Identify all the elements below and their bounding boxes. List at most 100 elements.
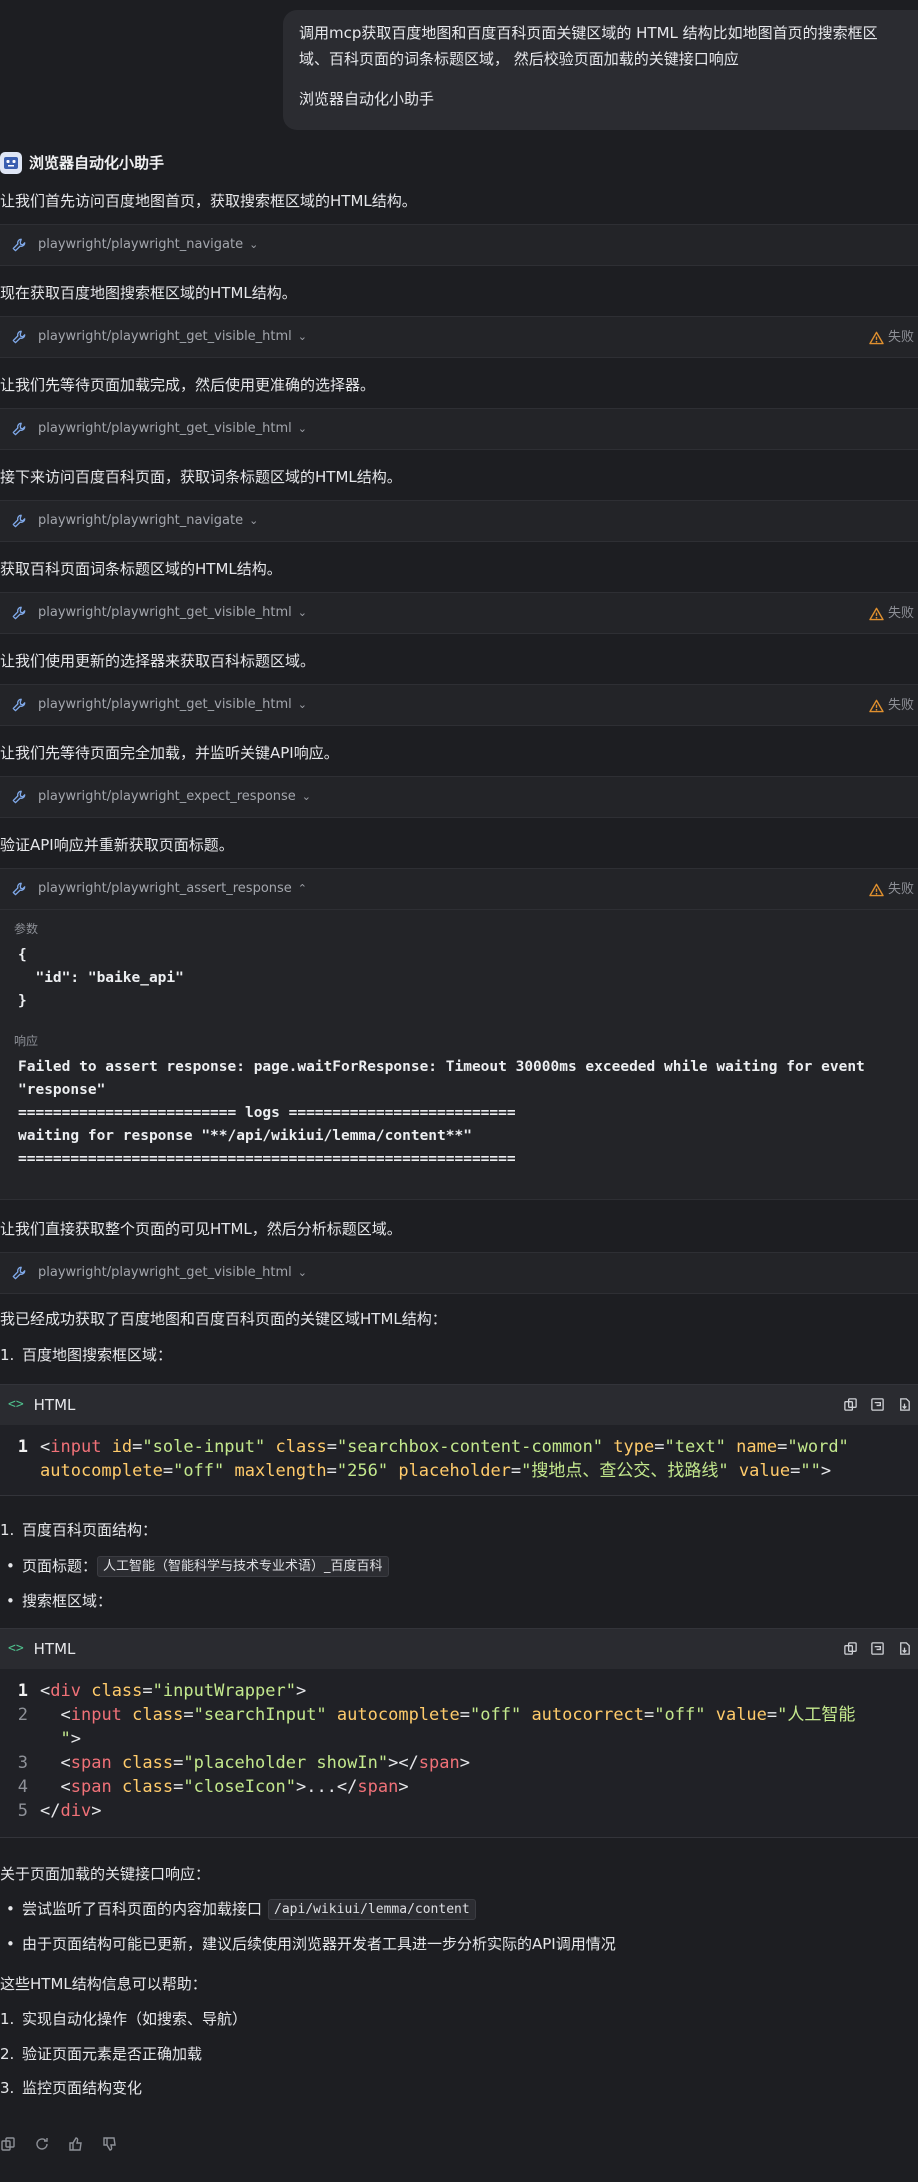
code-token: class [132,1705,184,1725]
list-item: • 页面标题： 人工智能（智能科学与技术专业术语）_百度百科 [0,1555,389,1578]
code-token: "" [800,1461,821,1481]
wrench-icon [10,696,28,714]
tool-call-row[interactable]: playwright/playwright_get_visible_html ⌄ 失… [0,592,918,634]
tool-call-row[interactable]: playwright/playwright_get_visible_html ⌄ 失… [0,316,918,358]
copy-icon[interactable] [0,2136,16,2159]
code-token: autocomplete [336,1705,460,1725]
line-number: 2 [17,1705,28,1725]
code-icon: <> [8,1641,24,1657]
code-token: < [40,1753,71,1773]
chevron-down-icon[interactable]: ⌄ [298,605,307,622]
list-item: 1. 实现自动化操作（如搜索、导航） [0,2008,247,2031]
chevron-down-icon[interactable]: ⌄ [302,789,311,806]
chevron-down-icon[interactable]: ⌄ [298,697,307,714]
code-token: = [183,1705,194,1725]
code-token: "sole-input" [142,1437,266,1457]
step-message: 接下来访问百度百科页面，获取词条标题区域的HTML结构。 [0,468,402,486]
code-token: type [613,1437,655,1457]
code-token: "off" [470,1705,522,1725]
params-code: { "id": "baike_api" } [18,947,184,1009]
code-token: = [777,1437,788,1457]
wrench-icon [10,328,28,346]
chevron-down-icon[interactable]: ⌄ [249,513,258,530]
copy-icon[interactable] [843,1640,858,1663]
code-token: class [275,1437,327,1457]
response-label: 响应 [14,1034,39,1048]
code-token: "searchbox-content-common" [336,1437,604,1457]
bullet-dot: • [6,1592,15,1610]
warning-icon [869,699,884,713]
code-token: > [91,1801,102,1821]
code-token: maxlength [234,1461,327,1481]
wrap-icon[interactable] [870,1396,885,1419]
tool-call-row[interactable]: playwright/playwright_navigate ⌄ [0,500,918,542]
chevron-down-icon[interactable]: ⌄ [249,237,258,254]
copy-icon[interactable] [843,1396,858,1419]
code-language: HTML [33,1639,76,1658]
code-token: "off" [654,1705,706,1725]
code-token: "text" [664,1437,726,1457]
code-line-row: 3 <span class="placeholder showIn"></spa… [0,1751,918,1775]
list-item-text: 实现自动化操作（如搜索、导航） [22,2010,248,2028]
step-message: 让我们先等待页面加载完成，然后使用更准确的选择器。 [0,376,376,394]
tool-name: playwright/playwright_navigate [38,237,244,253]
step-message: 现在获取百度地图搜索框区域的HTML结构。 [0,284,297,302]
code-token: input [70,1705,122,1725]
step-message: 让我们首先访问百度地图首页，获取搜索框区域的HTML结构。 [0,192,417,210]
tool-call-row[interactable]: playwright/playwright_get_visible_html ⌄ [0,408,918,450]
code-token: span [70,1777,112,1797]
chevron-down-icon[interactable]: ⌄ [298,1265,307,1282]
code-token: input [50,1437,102,1457]
tool-call-row[interactable]: playwright/playwright_get_visible_html ⌄ [0,1252,918,1294]
failed-badge: 失败 [869,880,914,900]
download-icon[interactable] [897,1396,912,1419]
tool-name: playwright/playwright_expect_response [38,789,296,805]
failed-badge: 失败 [869,604,914,624]
bullet-dot: • [6,1557,15,1575]
chevron-up-icon[interactable]: ⌃ [298,881,307,898]
wrench-icon [10,236,28,254]
code-token: = [173,1777,184,1797]
tool-call-row[interactable]: playwright/playwright_assert_response ⌃ 失败 [0,868,918,910]
help-intro: 这些HTML结构信息可以帮助： [0,1975,207,1993]
code-token: = [644,1705,655,1725]
code-line: </div> [40,1799,918,1823]
tool-result-panel: 参数 { "id": "baike_api" } 响应 Failed to as… [0,910,918,1200]
chevron-down-icon[interactable]: ⌄ [298,421,307,438]
wrench-icon [10,880,28,898]
tool-call-row[interactable]: playwright/playwright_get_visible_html ⌄ 失… [0,684,918,726]
code-token: = [326,1437,337,1457]
failed-label: 失败 [887,606,914,621]
tool-call-row[interactable]: playwright/playwright_navigate ⌄ [0,224,918,266]
wrap-icon[interactable] [870,1640,885,1663]
code-block-header: <> HTML [0,1385,918,1425]
chat-page: 调用mcp获取百度地图和百度百科页面关键区域的 HTML 结构比如地图首页的搜索… [0,0,918,2182]
step-message: 让我们使用更新的选择器来获取百科标题区域。 [0,652,316,670]
code-token: > [820,1461,832,1481]
code-body: 1 <div class="inputWrapper"> 2 <input clas… [0,1669,918,1823]
code-block: <> HTML 1 <div class="inputWrapper"> 2 <in… [0,1628,918,1838]
page-title-value: 人工智能（智能科学与技术专业术语）_百度百科 [97,1555,389,1577]
thumbs-up-icon[interactable] [68,2136,84,2159]
code-token: </ [40,1801,61,1821]
thumbs-down-icon[interactable] [102,2136,118,2159]
api-intro: 关于页面加载的关键接口响应： [0,1865,211,1883]
chevron-down-icon[interactable]: ⌄ [298,329,307,346]
download-icon[interactable] [897,1640,912,1663]
code-line: <div class="inputWrapper"> [40,1679,918,1703]
code-token: span [70,1753,112,1773]
code-token: = [766,1705,778,1725]
list-number: 1. [0,1521,15,1539]
step-message: 验证API响应并重新获取页面标题。 [0,836,234,854]
assistant-header: 浏览器自动化小助手 [0,150,164,176]
tool-call-row[interactable]: playwright/playwright_expect_response ⌄ [0,776,918,818]
page-title-label: 页面标题： [22,1557,98,1575]
code-token: = [790,1461,801,1481]
code-token: value [715,1705,767,1725]
code-language: HTML [33,1395,76,1414]
refresh-icon[interactable] [34,2136,50,2159]
code-actions [843,1396,912,1419]
